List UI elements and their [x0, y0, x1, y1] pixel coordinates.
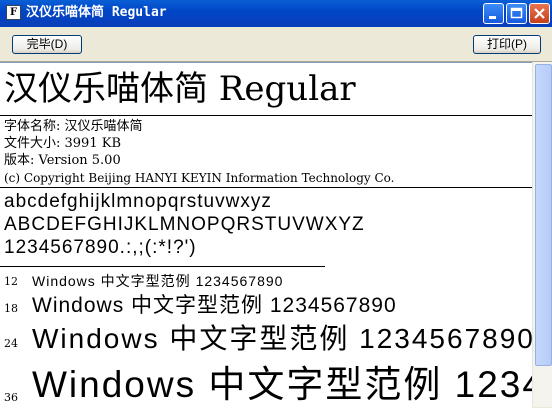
size-label: 12: [4, 275, 18, 288]
font-name-line: 字体名称: 汉仪乐喵体简: [4, 119, 143, 134]
digits-sample: 1234567890.:,;(:*!?'): [4, 237, 197, 258]
lowercase-sample: abcdefghijklmnopqrstuvwxyz: [4, 191, 272, 212]
maximize-icon: [510, 7, 523, 19]
font-preview[interactable]: 汉仪乐喵体简 Regular 字体名称: 汉仪乐喵体简 文件大小: 3991 K…: [0, 62, 532, 408]
size-label: 18: [4, 302, 18, 315]
size-label: 36: [4, 391, 18, 404]
size-sample: Windows 中文字型范例 1234567890: [32, 294, 397, 317]
size-sample: Windows 中文字型范例 1234567890: [32, 323, 532, 354]
size-sample: Windows 中文字型范例 1234567890: [32, 364, 532, 405]
done-button[interactable]: 完毕(D): [12, 35, 82, 54]
version-line: 版本: Version 5.00: [4, 153, 121, 168]
divider: [0, 115, 532, 116]
title-bar[interactable]: F 汉仪乐喵体简 Regular: [0, 0, 552, 27]
scrollbar-thumb[interactable]: [535, 64, 552, 366]
divider: [0, 187, 532, 188]
minimize-button[interactable]: [483, 3, 504, 24]
toolbar: 完毕(D) 打印(P): [0, 27, 552, 62]
print-button[interactable]: 打印(P): [473, 35, 541, 54]
close-icon: [534, 8, 545, 19]
size-label: 24: [4, 337, 18, 350]
minimize-icon: [489, 16, 496, 19]
divider: [0, 266, 325, 267]
app-icon[interactable]: F: [6, 5, 21, 20]
maximize-button[interactable]: [506, 3, 527, 24]
uppercase-sample: ABCDEFGHIJKLMNOPQRSTUVWXYZ: [4, 214, 365, 235]
window-title: 汉仪乐喵体简 Regular: [26, 5, 167, 20]
font-display-name: 汉仪乐喵体简 Regular: [4, 69, 356, 109]
vertical-scrollbar[interactable]: [532, 62, 552, 407]
close-button[interactable]: [529, 3, 550, 24]
size-sample: Windows 中文字型范例 1234567890: [32, 273, 284, 289]
file-size-line: 文件大小: 3991 KB: [4, 136, 121, 151]
copyright-line: (c) Copyright Beijing HANYI KEYIN Inform…: [4, 171, 395, 185]
